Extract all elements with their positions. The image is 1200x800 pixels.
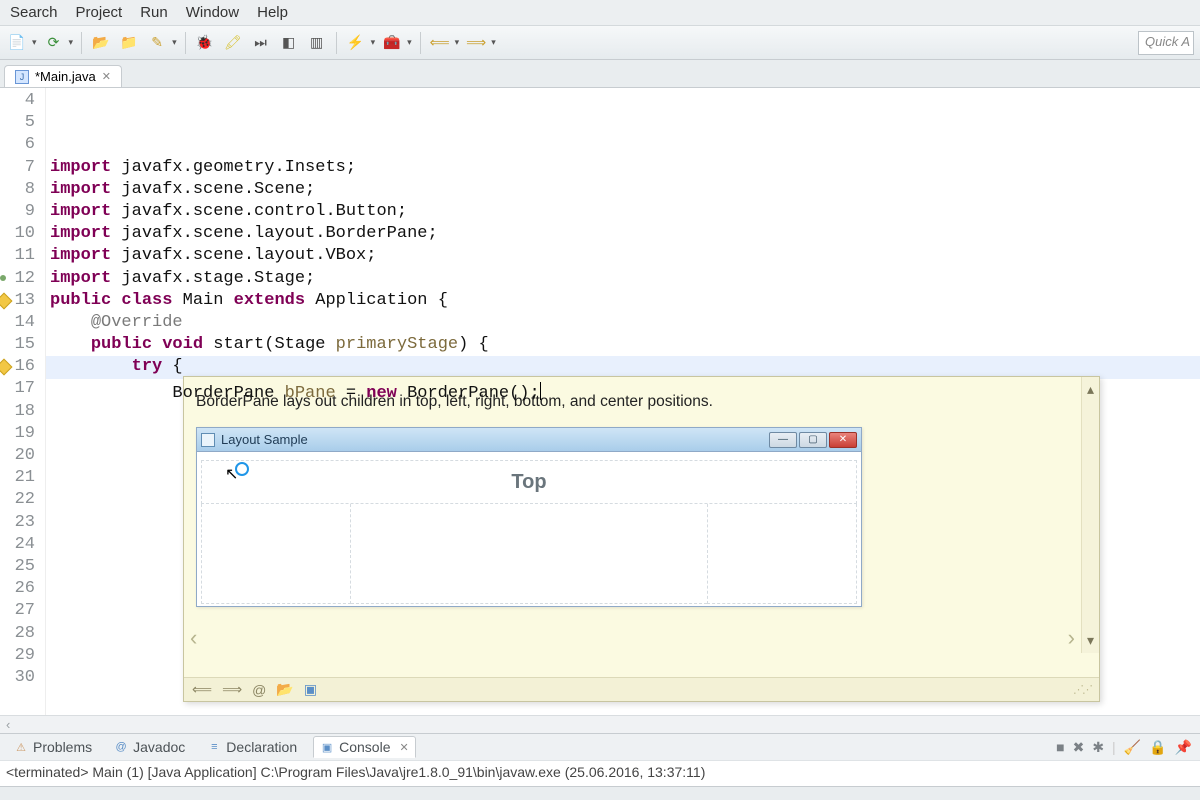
- tab-filename: *Main.java: [35, 69, 96, 84]
- menu-window[interactable]: Window: [186, 4, 239, 21]
- tab-label: Javadoc: [133, 739, 185, 755]
- remove-icon[interactable]: ✖: [1073, 739, 1085, 756]
- menu-run[interactable]: Run: [140, 4, 168, 21]
- problems-icon: ⚠: [14, 740, 28, 754]
- scroll-lock-icon[interactable]: 🔒: [1149, 739, 1166, 756]
- terminate-icon[interactable]: ■: [1056, 739, 1064, 756]
- tab-declaration[interactable]: ≡ Declaration: [201, 737, 303, 757]
- tab-label: Console: [339, 739, 390, 755]
- tab-label: Declaration: [226, 739, 297, 755]
- quick-access-input[interactable]: Quick A: [1138, 31, 1194, 55]
- save-icon[interactable]: ⟳: [43, 32, 65, 54]
- cursor-icon: ↖: [225, 464, 238, 484]
- external-tools-icon[interactable]: 🧰: [381, 32, 403, 54]
- editor-hscroll[interactable]: ‹: [0, 715, 1200, 733]
- separator: [420, 32, 421, 54]
- new-icon[interactable]: 📄: [6, 32, 28, 54]
- dropdown-icon[interactable]: ▾: [32, 37, 37, 48]
- status-bar: [0, 786, 1200, 800]
- tab-problems[interactable]: ⚠ Problems: [8, 737, 98, 757]
- menu-bar: Search Project Run Window Help: [0, 0, 1200, 26]
- javadoc-icon: @: [114, 740, 128, 754]
- dropdown-icon[interactable]: ▾: [172, 37, 177, 48]
- menu-project[interactable]: Project: [76, 4, 123, 21]
- sample-window: Layout Sample — ▢ ✕ ↖ Top: [196, 427, 862, 607]
- minimize-icon[interactable]: —: [769, 432, 797, 448]
- javadoc-back-icon[interactable]: ⟸: [192, 681, 212, 698]
- sample-center-region: [351, 504, 707, 604]
- sample-app-icon: [201, 433, 215, 447]
- tab-console[interactable]: ▣ Console ✕: [313, 736, 416, 758]
- console-icon: ▣: [320, 740, 334, 754]
- maximize-icon[interactable]: ▢: [799, 432, 827, 448]
- java-file-icon: J: [15, 70, 29, 84]
- open-folder-icon[interactable]: 📁: [118, 32, 140, 54]
- back-icon[interactable]: ⟸: [429, 32, 451, 54]
- menu-search[interactable]: Search: [10, 4, 58, 21]
- editor-area: 4567891011121314151617181920212223242526…: [0, 88, 1200, 715]
- javadoc-pager: ‹ ›: [190, 625, 1075, 651]
- separator: [81, 32, 82, 54]
- edit-icon[interactable]: ✎: [146, 32, 168, 54]
- close-icon[interactable]: ✕: [400, 741, 409, 754]
- javadoc-body: BorderPane lays out children in top, lef…: [184, 377, 1099, 677]
- dropdown-icon[interactable]: ▾: [371, 37, 376, 48]
- sample-right-region: [707, 504, 857, 604]
- forward-icon[interactable]: ⟹: [465, 32, 487, 54]
- sample-top-region: Top: [201, 460, 857, 504]
- highlight-icon[interactable]: 🖍: [222, 32, 244, 54]
- dropdown-icon[interactable]: ▾: [407, 37, 412, 48]
- clear-console-icon[interactable]: 🧹: [1124, 739, 1141, 756]
- layout-icon[interactable]: ▥: [306, 32, 328, 54]
- sample-left-region: [201, 504, 351, 604]
- scroll-down-icon[interactable]: ▾: [1087, 632, 1094, 649]
- javadoc-next-icon[interactable]: ›: [1068, 625, 1075, 651]
- javadoc-popup: BorderPane lays out children in top, lef…: [183, 376, 1100, 702]
- resize-grip-icon[interactable]: ⋰⋰: [1073, 683, 1091, 696]
- javadoc-prev-icon[interactable]: ‹: [190, 625, 197, 651]
- separator: [185, 32, 186, 54]
- debug-icon[interactable]: 🐞: [194, 32, 216, 54]
- pin-console-icon[interactable]: 📌: [1175, 739, 1192, 756]
- tab-javadoc[interactable]: @ Javadoc: [108, 737, 191, 757]
- skip-icon[interactable]: ⏭: [250, 32, 272, 54]
- toolbar: 📄 ▾ ⟳ ▾ 📂 📁 ✎ ▾ 🐞 🖍 ⏭ ◧ ▥ ⚡ ▾ 🧰 ▾ ⟸ ▾ ⟹ ▾ Quick…: [0, 26, 1200, 60]
- run-icon[interactable]: ⚡: [345, 32, 367, 54]
- javadoc-toolbar: ⟸ ⟹ @ 📂 ▣ ⋰⋰: [184, 677, 1099, 701]
- javadoc-open-browser-icon[interactable]: 📂: [276, 681, 293, 698]
- dropdown-icon[interactable]: ▾: [69, 37, 74, 48]
- menu-help[interactable]: Help: [257, 4, 288, 21]
- console-tools: ■ ✖ ✱ | 🧹 🔒 📌: [1056, 739, 1192, 756]
- javadoc-open-view-icon[interactable]: ▣: [304, 681, 317, 698]
- close-window-icon[interactable]: ✕: [829, 432, 857, 448]
- sample-titlebar: Layout Sample — ▢ ✕: [197, 428, 861, 452]
- close-icon[interactable]: ✕: [102, 70, 111, 83]
- open-project-icon[interactable]: 📂: [90, 32, 112, 54]
- dropdown-icon[interactable]: ▾: [455, 37, 460, 48]
- sample-body: ↖ Top: [197, 452, 861, 606]
- bottom-view-tabs: ⚠ Problems @ Javadoc ≡ Declaration ▣ Con…: [0, 733, 1200, 760]
- declaration-icon: ≡: [207, 740, 221, 754]
- javadoc-link-icon[interactable]: @: [252, 682, 266, 698]
- dropdown-icon[interactable]: ▾: [491, 37, 496, 48]
- editor-tab-main[interactable]: J *Main.java ✕: [4, 65, 122, 87]
- javadoc-scrollbar[interactable]: ▴ ▾: [1081, 377, 1099, 653]
- console-output: <terminated> Main (1) [Java Application]…: [0, 760, 1200, 786]
- sample-title: Layout Sample: [221, 432, 308, 447]
- breakpoint-icon[interactable]: ◧: [278, 32, 300, 54]
- scroll-left-icon[interactable]: ‹: [6, 717, 10, 732]
- separator: [336, 32, 337, 54]
- remove-all-icon[interactable]: ✱: [1092, 739, 1104, 756]
- tab-label: Problems: [33, 739, 92, 755]
- javadoc-forward-icon[interactable]: ⟹: [222, 681, 242, 698]
- editor-tabstrip: J *Main.java ✕: [0, 60, 1200, 88]
- line-number-gutter: 4567891011121314151617181920212223242526…: [0, 88, 46, 715]
